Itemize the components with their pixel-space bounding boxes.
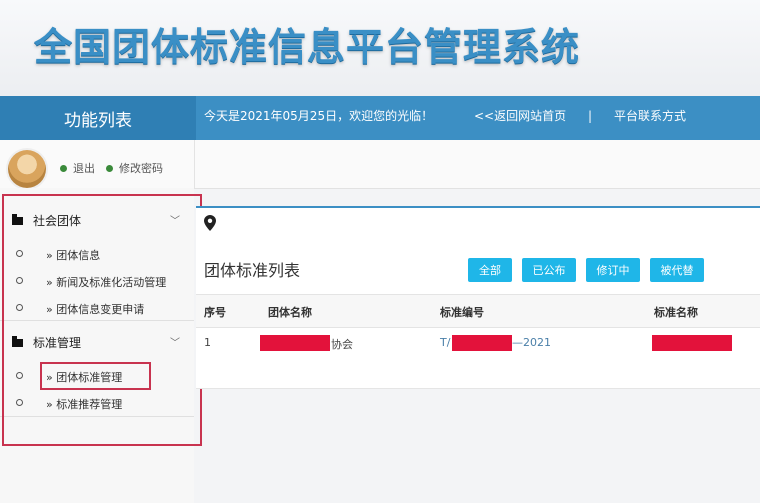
change-password-link[interactable]: 修改密码 (106, 160, 163, 176)
status-dot-icon (106, 164, 113, 172)
filter-all-button[interactable]: 全部 (468, 258, 512, 282)
logout-label: 退出 (73, 162, 95, 175)
map-pin-icon (204, 215, 216, 231)
menu-title: 功能列表 (0, 96, 196, 140)
filter-revising-button[interactable]: 修订中 (586, 258, 640, 282)
status-dot-icon (60, 164, 67, 172)
column-header-standard-code: 标准编号 (440, 306, 484, 319)
nav-separator: | (588, 109, 593, 123)
row-index: 1 (204, 336, 211, 349)
home-link[interactable]: <<返回网站首页 (474, 96, 566, 140)
row-code-suffix[interactable]: —2021 (512, 336, 551, 349)
avatar (8, 150, 46, 188)
system-title: 全国团体标准信息平台管理系统 (34, 25, 581, 69)
filter-published-button[interactable]: 已公布 (522, 258, 576, 282)
logout-link[interactable]: 退出 (60, 160, 95, 176)
divider (194, 140, 195, 188)
top-nav-bar: 功能列表 今天是2021年05月25日，欢迎您的光临！ <<返回网站首页 | 平… (0, 96, 760, 140)
change-password-label: 修改密码 (119, 162, 163, 175)
page-title: 团体标准列表 (204, 261, 301, 280)
redaction-standard-name (652, 335, 732, 351)
filter-replaced-button[interactable]: 被代替 (650, 258, 704, 282)
header-banner: 全国团体标准信息平台管理系统 (0, 0, 760, 96)
row-code-prefix[interactable]: T/ (440, 336, 450, 349)
redaction-standard-code (452, 335, 512, 351)
menu-item-highlight-box (40, 362, 151, 390)
column-header-standard-name: 标准名称 (654, 306, 698, 319)
contact-link[interactable]: 平台联系方式 (614, 96, 686, 140)
row-org-suffix: 协会 (331, 338, 353, 351)
sidebar-highlight-box (2, 194, 202, 446)
column-header-index: 序号 (204, 306, 226, 319)
column-header-org-name: 团体名称 (268, 306, 312, 319)
redaction-org-name (260, 335, 330, 351)
welcome-text: 今天是2021年05月25日，欢迎您的光临！ (204, 109, 434, 123)
